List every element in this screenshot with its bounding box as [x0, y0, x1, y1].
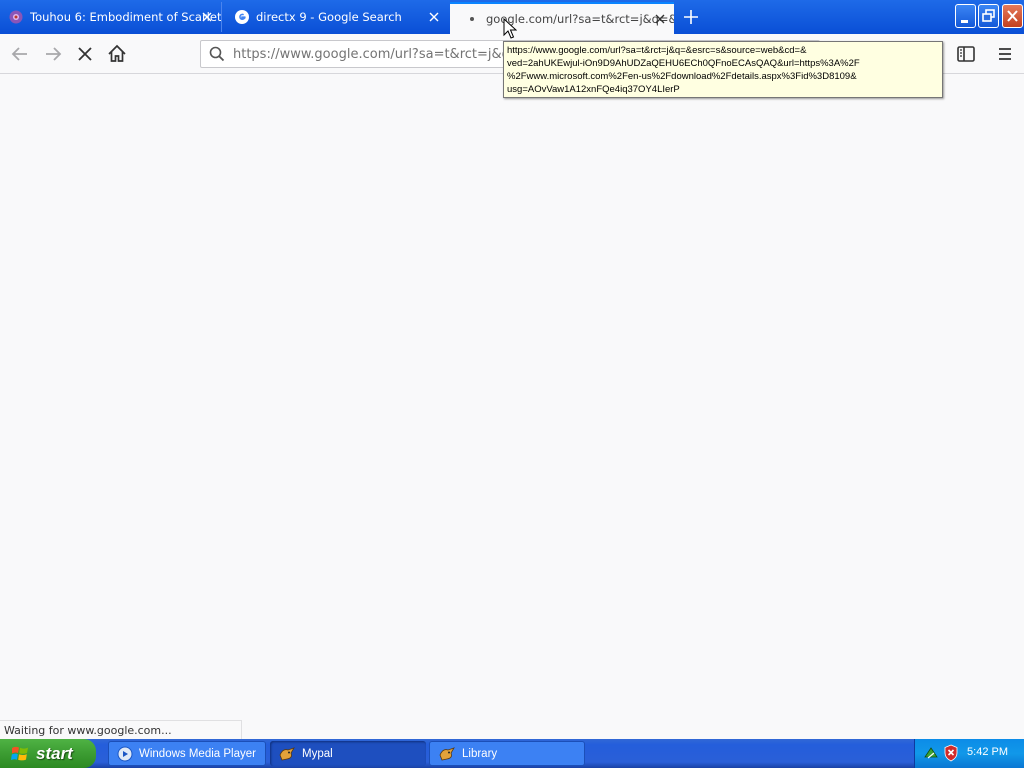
forward-button[interactable] [41, 42, 65, 66]
network-icon[interactable] [923, 745, 939, 761]
close-tab-icon[interactable] [199, 9, 215, 25]
clock[interactable]: 5:42 PM [967, 746, 1008, 758]
restore-button[interactable] [978, 4, 999, 28]
back-button[interactable] [8, 42, 32, 66]
mouse-cursor-icon [503, 18, 517, 39]
close-tab-icon[interactable] [426, 9, 442, 25]
stop-icon [78, 47, 92, 61]
tab-google-redirect[interactable]: google.com/url?sa=t&rct=j&q=&e [450, 2, 674, 34]
home-button[interactable] [105, 42, 129, 66]
taskbar: start Windows Media Player Mypal Library… [0, 739, 1024, 768]
taskbar-item-label: Mypal [302, 747, 333, 760]
mypal-icon [279, 746, 295, 760]
browser-window: Touhou 6: Embodiment of Scarlet D direct… [0, 0, 1024, 768]
tooltip-line: ved=2ahUKEwjul-iOn9D9AhUDZaQEHU6ECh0QFno… [507, 58, 860, 69]
minimize-button[interactable] [955, 4, 976, 28]
tooltip-line: usg=AOvVaw1A12xnFQe4iq37OY4LIerP [507, 84, 680, 95]
taskbar-item-mypal[interactable]: Mypal [270, 741, 426, 766]
close-tab-icon[interactable] [652, 11, 668, 27]
taskbar-item-label: Windows Media Player [139, 747, 256, 760]
url-tooltip: https://www.google.com/url?sa=t&rct=j&q=… [503, 41, 943, 98]
media-player-icon [117, 746, 133, 761]
security-shield-icon[interactable] [943, 744, 959, 762]
minimize-icon [961, 20, 968, 23]
loading-dot-icon [470, 17, 474, 21]
touhou-favicon-icon [8, 9, 24, 25]
google-favicon-icon [234, 9, 250, 25]
tooltip-line: https://www.google.com/url?sa=t&rct=j&q=… [507, 45, 807, 56]
start-label: start [36, 743, 73, 763]
tab-title: Touhou 6: Embodiment of Scarlet D [30, 10, 221, 24]
home-icon [108, 44, 126, 62]
forward-arrow-icon [46, 47, 62, 61]
hamburger-menu-icon [999, 48, 1011, 60]
tab-directx-search[interactable]: directx 9 - Google Search [226, 2, 448, 32]
close-icon [1007, 10, 1018, 22]
tab-title: directx 9 - Google Search [256, 10, 402, 24]
search-icon [209, 46, 225, 62]
tab-touhou[interactable]: Touhou 6: Embodiment of Scarlet D [0, 2, 222, 32]
library-icon [439, 746, 455, 760]
menu-button[interactable] [993, 42, 1017, 66]
start-button[interactable]: start [0, 739, 96, 768]
tooltip-line: %2Fwww.microsoft.com%2Fen-us%2Fdownload%… [507, 71, 857, 82]
stop-button[interactable] [73, 42, 97, 66]
taskbar-item-media-player[interactable]: Windows Media Player [108, 741, 266, 766]
taskbar-item-label: Library [462, 747, 498, 760]
sidebar-button[interactable] [954, 42, 978, 66]
new-tab-button[interactable] [680, 6, 702, 28]
close-window-button[interactable] [1002, 4, 1023, 28]
taskbar-item-library[interactable]: Library [429, 741, 585, 766]
restore-icon [982, 9, 995, 22]
url-text[interactable]: https://www.google.com/url?sa=t&rct=j&q=… [233, 47, 503, 62]
back-arrow-icon [11, 47, 27, 61]
status-bar: Waiting for www.google.com... [0, 720, 242, 739]
plus-icon [684, 10, 698, 24]
sidebar-icon [957, 46, 975, 62]
windows-logo-icon [11, 746, 28, 760]
system-tray: 5:42 PM [914, 739, 1024, 768]
